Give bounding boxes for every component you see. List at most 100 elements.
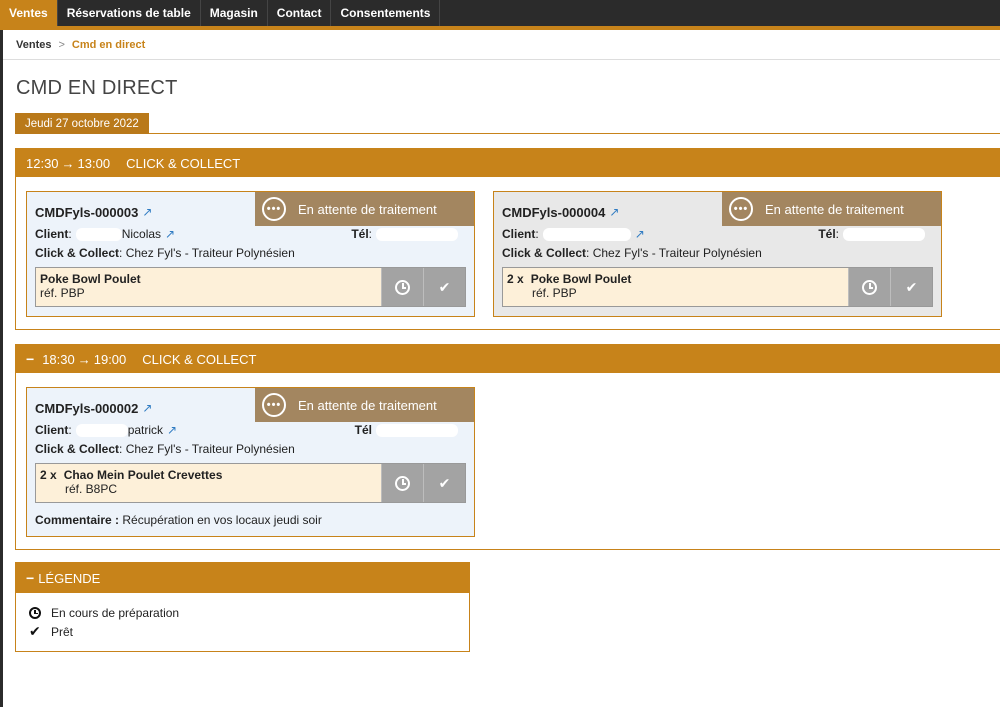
slot-start-time: 12:30 [26, 155, 59, 171]
order-pickup-row: Click & Collect : Chez Fyl's - Traiteur … [502, 246, 933, 260]
order-status-badge[interactable]: ••• En attente de traitement [255, 192, 474, 226]
order-status-badge[interactable]: ••• En attente de traitement [722, 192, 941, 226]
order-ref-text[interactable]: CMDFyls-000002 [35, 401, 138, 416]
redacted-field [75, 423, 128, 437]
external-link-icon[interactable]: ↗ [167, 423, 177, 437]
product-quantity: 2 x [40, 468, 57, 482]
product-ref: réf. PBP [40, 286, 85, 300]
client-colon: : [535, 227, 539, 241]
order-pickup-row: Click & Collect : Chez Fyl's - Traiteur … [35, 246, 466, 260]
tel-colon: : [368, 227, 372, 241]
slot-type: CLICK & COLLECT [142, 351, 257, 367]
redacted-field [843, 227, 925, 241]
check-icon: ✔ [29, 623, 41, 639]
tel-label: Tél [354, 423, 372, 437]
check-icon: ✔ [905, 278, 918, 295]
check-icon: ✔ [438, 278, 451, 295]
breadcrumb-separator: > [58, 38, 65, 51]
ready-button[interactable]: ✔ [423, 464, 465, 502]
client-label: Client [35, 227, 69, 241]
client-label: Client [35, 423, 69, 437]
date-tab-bar: Jeudi 27 octobre 2022 [15, 113, 1000, 134]
order-ref-text[interactable]: CMDFyls-000004 [502, 205, 605, 220]
page-title: CMD EN DIRECT [16, 77, 178, 99]
pickup-location: Chez Fyl's - Traiteur Polynésien [592, 246, 762, 260]
legend-body: En cours de préparation ✔ Prêt [16, 593, 469, 651]
external-link-icon[interactable]: ↗ [165, 227, 175, 241]
order-card: ••• En attente de traitement CMDFyls-000… [26, 191, 475, 317]
nav-consentements[interactable]: Consentements [331, 0, 441, 26]
click-collect-label: Click & Collect [502, 246, 587, 260]
collapse-icon[interactable]: − [26, 570, 34, 586]
collapse-icon[interactable]: − [26, 351, 34, 367]
redacted-field [376, 227, 458, 241]
order-product-row: Poke Bowl Poulet réf. PBP ✔ [35, 267, 466, 307]
breadcrumb: Ventes > Cmd en direct [3, 30, 1000, 60]
order-status-label: En attente de traitement [765, 201, 904, 217]
slot-start-time: 18:30 [42, 351, 75, 367]
pickup-colon: : [119, 442, 123, 456]
client-colon: : [68, 227, 72, 241]
legend-label: En cours de préparation [51, 605, 180, 620]
arrow-right-icon: → [61, 155, 75, 171]
more-options-icon: ••• [729, 197, 753, 221]
order-product-row: 2 x Chao Mein Poulet Crevettes réf. B8PC … [35, 463, 466, 503]
legend-header[interactable]: − LÉGENDE [16, 563, 469, 593]
order-client-row: Client : Nicolas ↗ Tél : [35, 227, 466, 241]
order-tel: Tél : [351, 227, 458, 241]
slot-end-time: 19:00 [93, 351, 127, 367]
click-collect-label: Click & Collect [35, 442, 120, 456]
order-product-row: 2 x Poke Bowl Poulet réf. PBP ✔ [502, 267, 933, 307]
date-tab[interactable]: Jeudi 27 octobre 2022 [15, 113, 149, 134]
order-comment: Commentaire : Récupération en vos locaux… [35, 513, 466, 527]
external-link-icon[interactable]: ↗ [142, 205, 152, 219]
product-name: Poke Bowl Poulet [530, 272, 632, 286]
pickup-colon: : [586, 246, 590, 260]
product-ref: réf. B8PC [65, 482, 118, 496]
external-link-icon[interactable]: ↗ [635, 227, 645, 241]
check-icon: ✔ [438, 474, 451, 491]
tel-label: Tél [351, 227, 369, 241]
slot-header[interactable]: − 18:30 → 19:00 CLICK & COLLECT [16, 345, 1000, 373]
external-link-icon[interactable]: ↗ [142, 401, 152, 415]
pickup-location: Chez Fyl's - Traiteur Polynésien [125, 442, 295, 456]
external-link-icon[interactable]: ↗ [609, 205, 619, 219]
nav-ventes[interactable]: Ventes [0, 0, 58, 26]
click-collect-label: Click & Collect [35, 246, 120, 260]
nav-contact[interactable]: Contact [268, 0, 332, 26]
product-quantity: 2 x [507, 272, 524, 286]
slot-orders: ••• En attente de traitement CMDFyls-000… [16, 177, 1000, 329]
in-preparation-button[interactable] [381, 464, 423, 502]
order-pickup-row: Click & Collect : Chez Fyl's - Traiteur … [35, 442, 466, 456]
clock-icon [29, 606, 41, 619]
slot-header[interactable]: 12:30 → 13:00 CLICK & COLLECT [16, 149, 1000, 177]
redacted-field [376, 423, 458, 437]
client-label: Client [502, 227, 536, 241]
time-slot: − 18:30 → 19:00 CLICK & COLLECT ••• En a… [15, 344, 1000, 550]
ready-button[interactable]: ✔ [423, 268, 465, 306]
order-status-label: En attente de traitement [298, 201, 437, 217]
time-slot: 12:30 → 13:00 CLICK & COLLECT ••• En att… [15, 148, 1000, 330]
arrow-right-icon: → [77, 351, 91, 367]
product-name: Poke Bowl Poulet [40, 272, 141, 286]
order-status-label: En attente de traitement [298, 397, 437, 413]
order-status-badge[interactable]: ••• En attente de traitement [255, 388, 474, 422]
clock-icon [862, 279, 877, 295]
comment-text: Récupération en vos locaux jeudi soir [122, 513, 322, 527]
comment-label: Commentaire : [35, 513, 120, 527]
breadcrumb-home-link[interactable]: Ventes [16, 39, 51, 51]
more-options-icon: ••• [262, 197, 286, 221]
breadcrumb-current: Cmd en direct [71, 38, 146, 51]
nav-reservations[interactable]: Réservations de table [58, 0, 201, 26]
in-preparation-button[interactable] [848, 268, 890, 306]
legend-label: Prêt [51, 624, 74, 639]
order-ref-text[interactable]: CMDFyls-000003 [35, 205, 138, 220]
pickup-colon: : [119, 246, 123, 260]
clock-icon [395, 475, 410, 491]
in-preparation-button[interactable] [381, 268, 423, 306]
tel-colon: : [835, 227, 839, 241]
nav-magasin[interactable]: Magasin [201, 0, 268, 26]
client-name: Nicolas [121, 227, 162, 241]
ready-button[interactable]: ✔ [890, 268, 932, 306]
legend-panel: − LÉGENDE En cours de préparation ✔ Prêt [15, 562, 470, 652]
